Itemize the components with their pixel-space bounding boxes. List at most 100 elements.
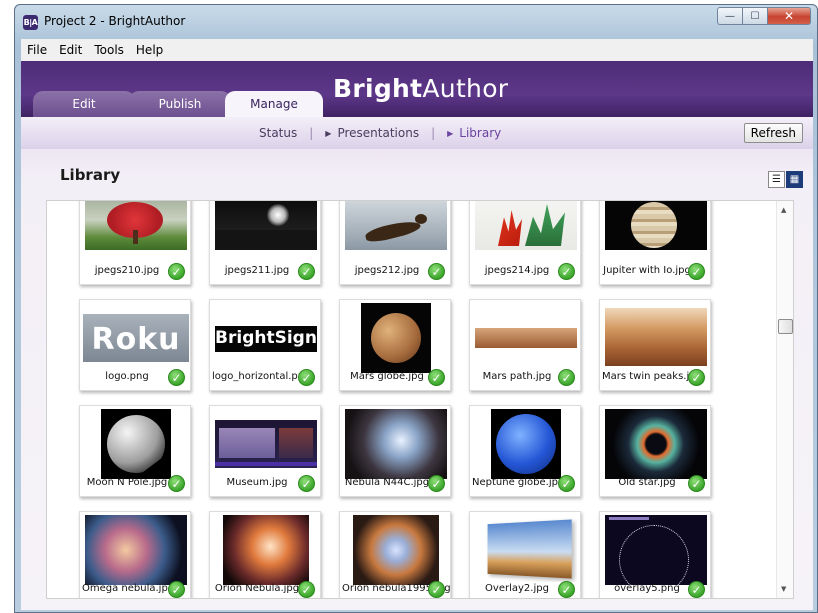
checkmark-icon: ✓: [428, 581, 445, 598]
menu-tools[interactable]: Tools: [88, 43, 130, 57]
library-file-tile[interactable]: jpegs212.jpg ✓: [339, 201, 451, 285]
close-button[interactable]: ✕: [767, 7, 811, 25]
checkmark-icon: ✓: [428, 475, 445, 492]
library-title: Library: [60, 166, 121, 184]
file-thumbnail: [345, 409, 447, 479]
checkmark-icon: ✓: [558, 475, 575, 492]
file-thumbnail: [85, 201, 187, 250]
list-view-icon[interactable]: ☰: [768, 171, 785, 188]
brightauthor-logo: BrightAuthor: [333, 74, 509, 103]
checkmark-icon: ✓: [298, 581, 315, 598]
library-file-tile[interactable]: Mars path.jpg ✓: [469, 299, 581, 391]
library-file-tile[interactable]: BrightSign logo_horizontal.png ✓: [209, 299, 321, 391]
file-thumbnail: [223, 515, 309, 585]
view-toggle: ☰ ▦: [767, 171, 803, 188]
library-file-tile[interactable]: overlay5.png ✓: [599, 511, 711, 598]
checkmark-icon: ✓: [428, 369, 445, 386]
library-file-tile[interactable]: Roku logo.png ✓: [79, 299, 191, 391]
file-thumbnail: [605, 201, 707, 250]
refresh-button[interactable]: Refresh: [743, 123, 803, 143]
file-thumbnail: [475, 516, 577, 582]
file-thumbnail: BrightSign: [215, 326, 317, 352]
checkmark-icon: ✓: [688, 475, 705, 492]
roku-logo-text: Roku: [91, 322, 181, 357]
file-thumbnail: Roku: [83, 314, 189, 362]
checkmark-icon: ✓: [558, 369, 575, 386]
checkmark-icon: ✓: [298, 263, 315, 280]
window-controls: — ☐ ✕: [717, 7, 811, 25]
checkmark-icon: ✓: [688, 263, 705, 280]
library-file-tile[interactable]: Old star.jpg ✓: [599, 405, 711, 497]
library-panel: Library ☰ ▦ jpegs210.jpg ✓ jpegs211.jpg ✓ jp…: [21, 149, 813, 610]
maximize-button[interactable]: ☐: [742, 7, 768, 25]
checkmark-icon: ✓: [428, 263, 445, 280]
checkmark-icon: ✓: [168, 263, 185, 280]
subnav-separator: |: [431, 126, 436, 140]
client-area: Edit Publish Manage BrightAuthor Status …: [21, 61, 813, 610]
library-file-tile[interactable]: jpegs210.jpg ✓: [79, 201, 191, 285]
checkmark-icon: ✓: [558, 581, 575, 598]
file-thumbnail: [345, 201, 447, 250]
library-file-tile[interactable]: Orion nebula1995.jpg ✓: [339, 511, 451, 598]
play-arrow-icon: ▶: [325, 129, 332, 138]
file-thumbnail: [475, 201, 577, 250]
library-file-tile[interactable]: jpegs214.jpg ✓: [469, 201, 581, 285]
tab-manage[interactable]: Manage: [225, 91, 323, 117]
library-grid: jpegs210.jpg ✓ jpegs211.jpg ✓ jpegs212.jpg ✓ j…: [46, 200, 794, 599]
library-file-tile[interactable]: Museum.jpg ✓: [209, 405, 321, 497]
library-file-tile[interactable]: Neptune globe.jpg ✓: [469, 405, 581, 497]
checkmark-icon: ✓: [688, 581, 705, 598]
library-file-tile[interactable]: Omega nebula.jpg ✓: [79, 511, 191, 598]
library-file-tile[interactable]: Jupiter with Io.jpg ✓: [599, 201, 711, 285]
library-file-tile[interactable]: Nebula N44C.jpg ✓: [339, 405, 451, 497]
scroll-up-icon[interactable]: ▲: [781, 206, 786, 214]
file-thumbnail: [353, 515, 439, 585]
file-thumbnail: [215, 420, 317, 468]
play-arrow-icon: ▶: [447, 129, 454, 138]
checkmark-icon: ✓: [298, 369, 315, 386]
window-title: Project 2 - BrightAuthor: [44, 14, 186, 28]
title-bar[interactable]: B|A Project 2 - BrightAuthor — ☐ ✕: [15, 5, 817, 39]
file-thumbnail: [101, 409, 171, 479]
library-file-tile[interactable]: Mars twin peaks.jpg ✓: [599, 299, 711, 391]
menu-edit[interactable]: Edit: [53, 43, 88, 57]
checkmark-icon: ✓: [168, 475, 185, 492]
file-thumbnail: [605, 515, 707, 585]
subnav-presentations[interactable]: ▶ Presentations: [325, 126, 419, 140]
scroll-down-icon[interactable]: ▼: [781, 585, 786, 593]
library-file-tile[interactable]: jpegs211.jpg ✓: [209, 201, 321, 285]
footer-strip: [21, 599, 813, 610]
subnav-status[interactable]: Status: [259, 126, 297, 140]
file-thumbnail: [605, 409, 707, 479]
sub-navigation: Status | ▶ Presentations | ▶ Library Refre…: [21, 117, 813, 149]
grid-view-icon[interactable]: ▦: [786, 171, 803, 188]
subnav-library[interactable]: ▶ Library: [447, 126, 501, 140]
file-thumbnail: [215, 201, 317, 250]
file-thumbnail: [605, 308, 707, 366]
tab-publish[interactable]: Publish: [129, 91, 231, 117]
brightauthor-app-icon: B|A: [23, 15, 38, 30]
file-thumbnail: [491, 409, 561, 479]
menu-file[interactable]: File: [21, 43, 53, 57]
subnav-separator: |: [309, 126, 314, 140]
brightsign-logo-text: BrightSign: [215, 328, 317, 348]
checkmark-icon: ✓: [168, 369, 185, 386]
app-window: B|A Project 2 - BrightAuthor — ☐ ✕ File …: [14, 4, 818, 613]
checkmark-icon: ✓: [168, 581, 185, 598]
library-file-tile[interactable]: Orion Nebula.jpg ✓: [209, 511, 321, 598]
checkmark-icon: ✓: [558, 263, 575, 280]
tab-edit[interactable]: Edit: [33, 91, 135, 117]
library-file-tile[interactable]: Moon N Pole.jpg ✓: [79, 405, 191, 497]
menu-bar: File Edit Tools Help: [21, 39, 813, 61]
checkmark-icon: ✓: [298, 475, 315, 492]
library-file-tile[interactable]: Mars globe.jpg ✓: [339, 299, 451, 391]
vertical-scrollbar[interactable]: ▲ ▼: [776, 201, 793, 598]
app-header: Edit Publish Manage BrightAuthor: [21, 61, 813, 117]
minimize-button[interactable]: —: [717, 7, 743, 25]
file-thumbnail: [85, 515, 187, 585]
checkmark-icon: ✓: [688, 369, 705, 386]
file-thumbnail: [361, 303, 431, 373]
library-file-tile[interactable]: Overlay2.jpg ✓: [469, 511, 581, 598]
menu-help[interactable]: Help: [130, 43, 169, 57]
scrollbar-thumb[interactable]: [778, 319, 793, 334]
